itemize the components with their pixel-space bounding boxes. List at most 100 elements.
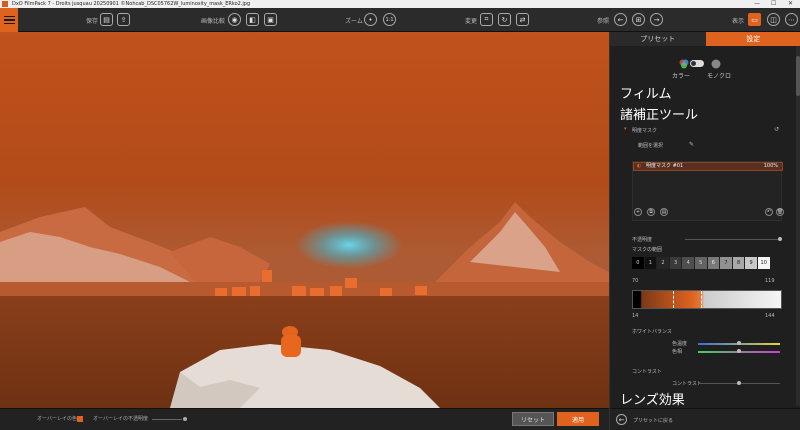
zone-cell[interactable]: 4 [682, 257, 695, 269]
zone-cell[interactable]: 5 [694, 257, 708, 269]
mask-item-name: 明度マスク #01 [646, 163, 684, 169]
duplicate-mask-icon[interactable]: ⧉ [647, 208, 655, 216]
title-bar: DxO FilmPack 7 - Droits jusquau 20250901… [0, 0, 800, 8]
zone-cell[interactable]: 7 [720, 257, 733, 269]
apply-button[interactable]: 適用 [557, 412, 599, 426]
range-low-marker[interactable] [673, 291, 674, 308]
mask-visibility-icon[interactable]: ◐ [637, 163, 641, 170]
range-high-marker[interactable] [701, 291, 702, 308]
export-icon[interactable]: ⇪ [117, 13, 130, 26]
tools-section-heading[interactable]: 諸補正ツール [620, 104, 698, 123]
main-toolbar: 保存 ▤ ⇪ 画像比較 ◉ ◧ ▣ ズーム • 1:1 変更 ⌗ ↻ ⇄ 参照 … [0, 8, 800, 32]
panel-scrollbar[interactable] [796, 46, 800, 406]
delete-mask-icon[interactable]: 🗑 [776, 208, 784, 216]
app-window: DxO FilmPack 7 - Droits jusquau 20250901… [0, 0, 800, 430]
range-low-value[interactable]: 70 [632, 278, 638, 284]
mask-range-label: マスクの範囲 [632, 247, 663, 253]
window-title: DxO FilmPack 7 - Droits jusquau 20250901… [12, 1, 251, 7]
eyedropper-icon[interactable]: ✎ [689, 141, 694, 148]
range-high-value[interactable]: 119 [765, 278, 775, 284]
contrast-section-label: コントラスト [632, 369, 662, 375]
zone-cell[interactable]: 10 [757, 257, 771, 269]
color-mode-switch[interactable]: カラー モノクロ [672, 58, 752, 82]
undo-mask-icon[interactable]: ↶ [765, 208, 773, 216]
zoom-100-button[interactable]: 1:1 [383, 13, 396, 26]
zone-cell[interactable]: 9 [745, 257, 758, 269]
opacity-knob[interactable] [778, 237, 782, 241]
close-button[interactable]: ✕ [788, 0, 793, 8]
overlay-opacity-label: オーバーレイの不透明度 [93, 416, 148, 422]
flip-icon[interactable]: ⇄ [516, 13, 529, 26]
grid-icon[interactable]: ⊞ [632, 13, 645, 26]
contrast-knob[interactable] [737, 381, 741, 385]
back-to-presets-label: プリセットに戻る [633, 418, 674, 424]
color-mode-label: カラー [672, 73, 691, 80]
photo-preview[interactable] [0, 32, 609, 408]
save-icon[interactable]: ▤ [100, 13, 113, 26]
overlay-opacity-knob[interactable] [183, 417, 187, 421]
more-icon[interactable]: ⋯ [785, 13, 798, 26]
layout-icon[interactable]: ◫ [767, 13, 780, 26]
temperature-knob[interactable] [737, 341, 741, 345]
opacity-label: 不透明度 [632, 237, 653, 243]
side-by-side-icon[interactable]: ▣ [264, 13, 277, 26]
display-label: 表示 [732, 18, 745, 25]
maximize-button[interactable]: ☐ [771, 0, 776, 8]
white-balance-label: ホワイトバランス [632, 329, 672, 335]
app-logo-icon [2, 1, 8, 7]
zone-cell[interactable]: 3 [669, 257, 683, 269]
opacity-slider[interactable] [685, 239, 780, 240]
hamburger-menu-button[interactable] [0, 8, 18, 32]
zone-cell[interactable]: 0 [632, 257, 645, 269]
tint-knob[interactable] [737, 349, 741, 353]
zone-cell[interactable]: 6 [707, 257, 721, 269]
color-mode-icon [679, 59, 689, 69]
feather-low-value[interactable]: 14 [632, 313, 638, 319]
settings-panel: プリセット 設定 カラー モノクロ フィルム 諸補正ツール ▾ 明度マスク ↺ … [609, 32, 800, 430]
feather-high-value[interactable]: 144 [765, 313, 775, 319]
monochrome-mode-label: モノクロ [707, 73, 732, 80]
tab-presets[interactable]: プリセット [610, 32, 706, 46]
back-arrow-icon[interactable]: ← [614, 13, 627, 26]
back-arrow-icon[interactable]: ← [616, 414, 627, 425]
mask-section-label: 明度マスク [632, 128, 658, 134]
panel-tabs: プリセット 設定 [610, 32, 800, 46]
tab-settings[interactable]: 設定 [705, 32, 800, 46]
image-viewer[interactable] [0, 32, 609, 408]
tint-label: 色相 [672, 349, 683, 355]
temperature-label: 色温度 [672, 341, 688, 347]
reset-button[interactable]: リセット [512, 412, 554, 426]
mask-item-opacity: 100% [763, 163, 778, 169]
save-label: 保存 [86, 18, 99, 25]
zone-cell[interactable]: 2 [657, 257, 670, 269]
mask-range-gradient[interactable] [632, 290, 782, 309]
eye-icon[interactable]: ◉ [228, 13, 241, 26]
overlay-color-swatch[interactable] [77, 416, 83, 422]
zoom-fit-icon[interactable]: • [364, 13, 377, 26]
minimize-button[interactable]: — [754, 0, 760, 8]
reference-label: 参照 [597, 18, 610, 25]
mask-expand-icon[interactable]: ▾ [624, 126, 627, 132]
overlay-color-label: オーバーレイの色 [37, 416, 77, 422]
zone-selector[interactable]: 0 1 2 3 4 5 6 7 8 9 10 [632, 257, 771, 269]
monochrome-mode-icon [711, 59, 721, 69]
zone-cell[interactable]: 1 [644, 257, 658, 269]
split-view-icon[interactable]: ◧ [246, 13, 259, 26]
mask-list-item[interactable]: ◐ 明度マスク #01 100% [633, 162, 783, 171]
range-select-label: 範囲を選択 [638, 143, 664, 149]
zone-cell[interactable]: 8 [732, 257, 746, 269]
back-to-presets[interactable]: ← プリセットに戻る [610, 408, 800, 430]
change-label: 変更 [465, 18, 478, 25]
edit-mask-icon[interactable]: ▤ [660, 208, 668, 216]
rotate-icon[interactable]: ↻ [498, 13, 511, 26]
lens-section-heading[interactable]: レンズ効果 [620, 389, 685, 408]
add-mask-icon[interactable]: + [634, 208, 642, 216]
compare-label: 画像比較 [201, 18, 226, 25]
forward-arrow-icon[interactable]: → [650, 13, 663, 26]
reset-mask-icon[interactable]: ↺ [774, 126, 779, 133]
crop-icon[interactable]: ⌗ [480, 13, 493, 26]
monitor-icon[interactable]: ▭ [748, 13, 761, 26]
film-section-heading[interactable]: フィルム [620, 83, 671, 102]
color-mono-toggle[interactable] [690, 60, 704, 67]
overlay-opacity-slider[interactable] [152, 419, 182, 420]
